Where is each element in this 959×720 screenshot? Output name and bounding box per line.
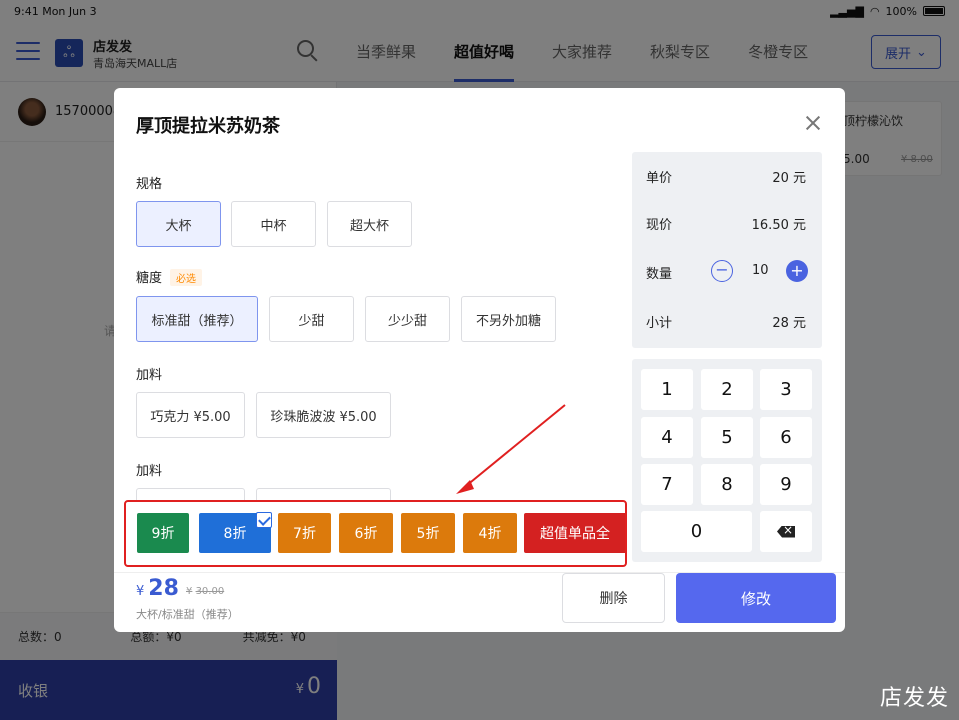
topping-option-pearl[interactable]: 珍珠脆波波 ¥5.00 xyxy=(256,392,391,438)
orig-price-value: 30.00 xyxy=(195,586,225,597)
discount-80-button[interactable]: 8折 xyxy=(199,512,272,553)
discount-special-button[interactable]: 超值单品全 xyxy=(524,513,625,553)
key-2[interactable]: 2 xyxy=(701,369,753,410)
spec-summary: 大杯/标准甜（推荐） xyxy=(136,608,239,621)
quantity-decrease-button[interactable]: − xyxy=(711,260,733,282)
backspace-icon xyxy=(777,525,795,538)
discount-90-button[interactable]: 9折 xyxy=(137,513,189,553)
price-info-panel: 单价 20 元 现价 16.50 元 数量 − 10 + 小计 28 元 xyxy=(632,152,822,348)
close-icon[interactable] xyxy=(802,112,824,134)
backspace-key[interactable] xyxy=(760,511,812,552)
key-9[interactable]: 9 xyxy=(760,464,812,505)
price-value: 28 xyxy=(148,576,179,601)
final-price: ¥28 xyxy=(136,576,179,601)
key-4[interactable]: 4 xyxy=(641,417,693,458)
key-6[interactable]: 6 xyxy=(760,417,812,458)
unit-price-label: 单价 xyxy=(646,171,673,186)
watermark: 店发发 xyxy=(879,686,949,711)
key-1[interactable]: 1 xyxy=(641,369,693,410)
key-3[interactable]: 3 xyxy=(760,369,812,410)
number-keypad: 1 2 3 4 5 6 7 8 9 0 xyxy=(632,359,822,562)
delete-button[interactable]: 删除 xyxy=(562,573,665,623)
modal-title: 厚顶提拉米苏奶茶 xyxy=(136,116,280,137)
sugar-label: 糖度 必选 xyxy=(136,267,203,286)
sugar-option-standard[interactable]: 标准甜（推荐） xyxy=(136,296,258,342)
discount-70-button[interactable]: 7折 xyxy=(278,513,331,553)
current-price-value: 16.50 元 xyxy=(751,218,806,233)
topping2-label: 加料 xyxy=(136,464,163,479)
orig-currency: ¥ xyxy=(186,586,193,597)
quantity-increase-button[interactable]: + xyxy=(786,260,808,282)
spec-option-extra-large[interactable]: 超大杯 xyxy=(327,201,412,247)
spec-label: 规格 xyxy=(136,177,163,192)
subtotal-row: 小计 28 元 xyxy=(632,309,822,333)
spec-option-large[interactable]: 大杯 xyxy=(136,201,221,247)
quantity-row: 数量 − 10 + xyxy=(632,260,822,284)
check-icon xyxy=(256,512,272,528)
key-0[interactable]: 0 xyxy=(641,511,752,552)
topping-label: 加料 xyxy=(136,368,163,383)
discount-50-button[interactable]: 5折 xyxy=(401,513,455,553)
quantity-value[interactable]: 10 xyxy=(752,263,769,278)
key-5[interactable]: 5 xyxy=(701,417,753,458)
discount-60-button[interactable]: 6折 xyxy=(339,513,393,553)
sugar-option-none[interactable]: 不另外加糖 xyxy=(461,296,556,342)
topping-option-chocolate[interactable]: 巧克力 ¥5.00 xyxy=(136,392,245,438)
current-price-row: 现价 16.50 元 xyxy=(632,211,822,235)
unit-price-value: 20 元 xyxy=(772,171,806,186)
key-8[interactable]: 8 xyxy=(701,464,753,505)
quantity-label: 数量 xyxy=(646,267,673,282)
discount-row: 9折 8折 7折 6折 5折 4折 超值单品全 xyxy=(124,500,627,567)
key-7[interactable]: 7 xyxy=(641,464,693,505)
current-price-label: 现价 xyxy=(646,218,673,233)
sugar-option-little[interactable]: 少少甜 xyxy=(365,296,450,342)
sugar-option-less[interactable]: 少甜 xyxy=(269,296,354,342)
required-tag: 必选 xyxy=(170,269,203,286)
discount-40-button[interactable]: 4折 xyxy=(463,513,517,553)
discount-80-label: 8折 xyxy=(223,526,247,542)
unit-price-row: 单价 20 元 xyxy=(632,164,822,188)
original-price: ¥ 30.00 xyxy=(186,586,224,597)
product-option-modal: 厚顶提拉米苏奶茶 规格 大杯 中杯 超大杯 糖度 必选 标准甜（推荐） 少甜 少少… xyxy=(114,88,845,632)
sugar-label-text: 糖度 xyxy=(136,271,163,286)
spec-option-medium[interactable]: 中杯 xyxy=(231,201,316,247)
modify-button[interactable]: 修改 xyxy=(676,573,836,623)
subtotal-label: 小计 xyxy=(646,316,673,331)
price-currency: ¥ xyxy=(136,584,145,599)
subtotal-value: 28 元 xyxy=(772,316,806,331)
